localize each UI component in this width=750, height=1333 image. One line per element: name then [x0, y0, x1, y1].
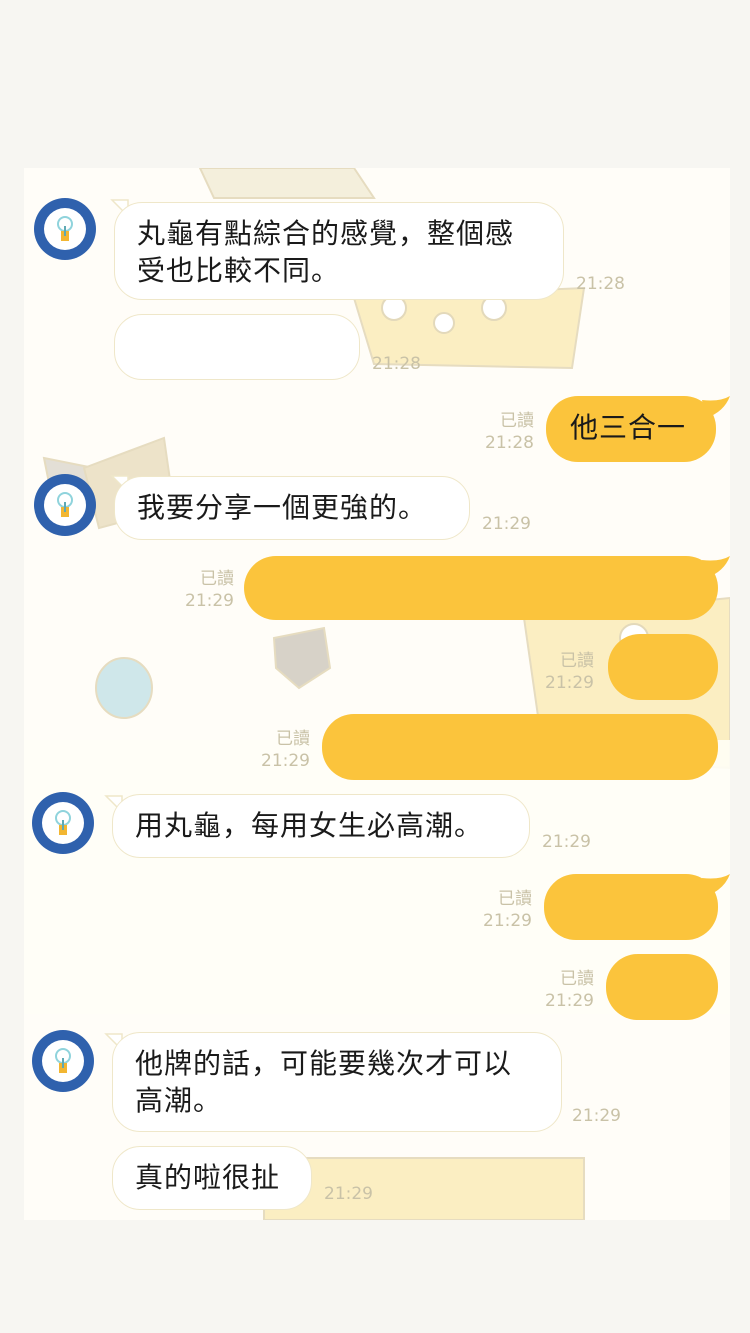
read-receipt: 已讀 21:28: [474, 410, 534, 454]
read-label: 已讀: [200, 569, 234, 589]
read-label: 已讀: [560, 969, 594, 989]
message-time: 21:28: [576, 274, 625, 294]
outgoing-message-bubble-redacted[interactable]: [322, 714, 718, 780]
read-label: 已讀: [500, 411, 534, 431]
outgoing-message-bubble[interactable]: 他三合一: [546, 396, 716, 462]
bubble-tail: [702, 556, 730, 578]
lightbulb-icon: [44, 208, 86, 250]
bubble-tail: [702, 874, 730, 896]
read-label: 已讀: [498, 889, 532, 909]
message-text: 我要分享一個更強的。: [137, 491, 428, 524]
message-time: 21:28: [372, 354, 421, 374]
message-text: 真的啦很扯: [135, 1161, 281, 1194]
incoming-message-bubble[interactable]: 我要分享一個更強的。: [114, 476, 470, 540]
outgoing-message-bubble-redacted[interactable]: [544, 874, 718, 940]
lightbulb-icon: [42, 1040, 84, 1082]
incoming-message-bubble[interactable]: 真的啦很扯: [112, 1146, 312, 1210]
message-time: 21:29: [542, 832, 591, 852]
contact-avatar[interactable]: [32, 1030, 94, 1092]
message-text: 丸龜有點綜合的感覺，整個感受也比較不同。: [137, 217, 515, 287]
message-time: 21:29: [545, 673, 594, 693]
message-time: 21:28: [485, 433, 534, 453]
message-time: 21:29: [545, 991, 594, 1011]
read-receipt: 已讀 21:29: [174, 568, 234, 612]
lightbulb-icon: [44, 484, 86, 526]
outgoing-message-bubble-redacted[interactable]: [608, 634, 718, 700]
message-text: 用丸龜，每用女生必高潮。: [135, 809, 484, 842]
read-receipt: 已讀 21:29: [534, 650, 594, 694]
incoming-message-bubble[interactable]: 用丸龜，每用女生必高潮。: [112, 794, 530, 858]
read-receipt: 已讀 21:29: [472, 888, 532, 932]
outgoing-message-bubble-redacted[interactable]: [244, 556, 718, 620]
contact-avatar[interactable]: [34, 474, 96, 536]
contact-avatar[interactable]: [34, 198, 96, 260]
message-text: 他牌的話，可能要幾次才可以高潮。: [135, 1047, 513, 1117]
message-time: 21:29: [483, 911, 532, 931]
message-time: 21:29: [261, 751, 310, 771]
read-receipt: 已讀 21:29: [250, 728, 310, 772]
message-text: 他三合一: [570, 411, 687, 444]
read-label: 已讀: [276, 729, 310, 749]
incoming-message-bubble-redacted[interactable]: [114, 314, 360, 380]
message-time: 21:29: [572, 1106, 621, 1126]
message-time: 21:29: [185, 591, 234, 611]
incoming-message-bubble[interactable]: 他牌的話，可能要幾次才可以高潮。: [112, 1032, 562, 1132]
read-label: 已讀: [560, 651, 594, 671]
chat-panel[interactable]: 丸龜有點綜合的感覺，整個感受也比較不同。 21:28 21:28 已讀 21:2…: [24, 168, 730, 1220]
outgoing-message-bubble-redacted[interactable]: [606, 954, 718, 1020]
message-time: 21:29: [482, 514, 531, 534]
contact-avatar[interactable]: [32, 792, 94, 854]
incoming-message-bubble[interactable]: 丸龜有點綜合的感覺，整個感受也比較不同。: [114, 202, 564, 300]
message-time: 21:29: [324, 1184, 373, 1204]
read-receipt: 已讀 21:29: [534, 968, 594, 1012]
lightbulb-icon: [42, 802, 84, 844]
bubble-tail: [702, 396, 730, 418]
